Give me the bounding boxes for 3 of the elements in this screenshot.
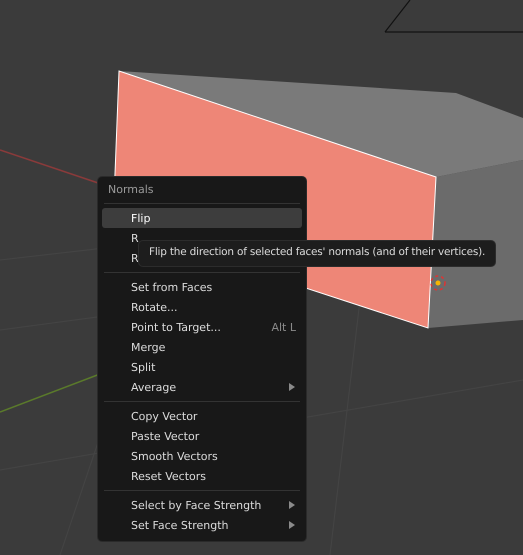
shortcut-label: Alt L xyxy=(271,320,296,334)
menu-title: Normals xyxy=(107,182,155,198)
tooltip: Flip the direction of selected faces' normals (and of their vertices). xyxy=(138,240,496,267)
